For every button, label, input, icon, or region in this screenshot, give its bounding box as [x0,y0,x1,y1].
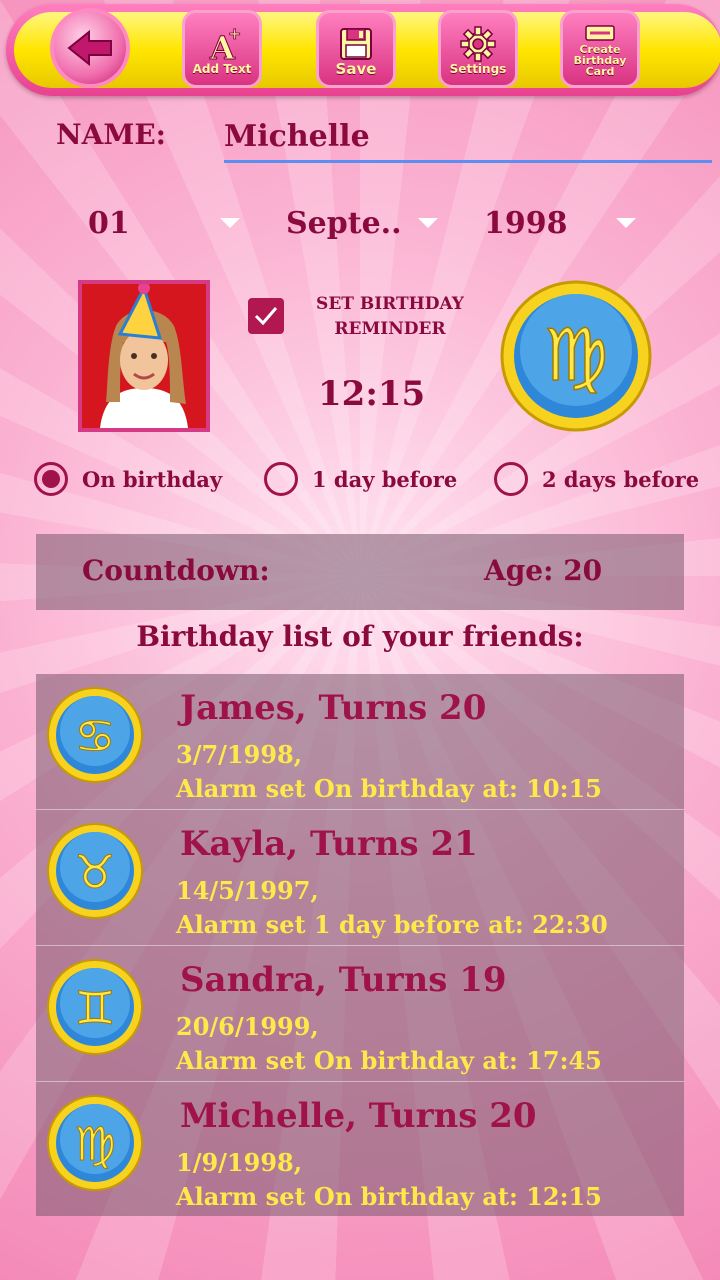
radio-ring [34,462,68,496]
add-text-button[interactable]: A + Add Text [182,10,262,88]
add-text-label: Add Text [192,61,252,76]
reminder-time[interactable]: 12:15 [318,374,425,414]
svg-text:♍: ♍ [544,313,609,397]
radio-on-birthday[interactable]: On birthday [34,462,222,496]
add-text-icon: A + [202,24,242,64]
radio-ring [264,462,298,496]
friend-date: 1/9/1998, [176,1148,303,1177]
settings-label: Settings [449,61,507,76]
friend-alarm: Alarm set On birthday at: 10:15 [176,774,602,803]
taurus-icon: ♉ [47,823,143,919]
chevron-down-icon [616,218,636,228]
svg-text:♉: ♉ [74,845,115,899]
create-birthday-card-button[interactable]: Create Birthday Card [560,10,640,88]
year-dropdown[interactable]: 1998 [484,198,642,248]
countdown-panel: Countdown: Age: 20 [36,534,684,610]
settings-button[interactable]: Settings [438,10,518,88]
create-birthday-card-label: Create Birthday Card [573,42,627,78]
age-label: Age: 20 [484,554,603,587]
countdown-label: Countdown: [82,554,270,587]
virgo-icon[interactable]: ♍ [500,280,652,432]
list-item[interactable]: ♋ James, Turns 20 3/7/1998, Alarm set On… [36,674,684,810]
radio-label: 1 day before [312,466,458,492]
day-dropdown[interactable]: 01 [88,198,248,248]
reminder-checkbox[interactable] [248,298,284,334]
friend-date: 14/5/1997, [176,876,319,905]
floppy-disk-icon [338,24,374,64]
friend-date: 20/6/1999, [176,1012,319,1041]
svg-text:+: + [228,25,241,43]
profile-photo[interactable] [78,280,210,432]
radio-ring [494,462,528,496]
virgo-icon: ♍ [47,1095,143,1191]
person-photo-image [82,284,206,428]
save-label: Save [335,59,377,78]
svg-text:♍: ♍ [74,1117,115,1171]
friend-date: 3/7/1998, [176,740,303,769]
friend-alarm: Alarm set On birthday at: 12:15 [176,1182,602,1211]
radio-2-days-before[interactable]: 2 days before [494,462,699,496]
gear-icon [459,24,497,64]
friend-name: Sandra, Turns 19 [180,960,507,1000]
save-button[interactable]: Save [316,10,396,88]
radio-label: 2 days before [542,466,700,492]
friend-alarm: Alarm set On birthday at: 17:45 [176,1046,602,1075]
cancer-icon: ♋ [47,687,143,783]
gemini-icon: ♊ [47,959,143,1055]
list-item[interactable]: ♍ Michelle, Turns 20 1/9/1998, Alarm set… [36,1082,684,1218]
chevron-down-icon [418,218,438,228]
checkmark-icon [254,307,278,326]
friend-alarm: Alarm set 1 day before at: 22:30 [176,910,608,939]
svg-text:♋: ♋ [74,709,115,763]
radio-label: On birthday [82,466,223,492]
reminder-label: SET BIRTHDAY REMINDER [316,294,464,339]
year-value: 1998 [484,205,568,241]
friend-name: James, Turns 20 [180,688,487,728]
month-value: Septe.. [286,205,402,241]
back-button[interactable] [50,8,130,88]
friend-name: Michelle, Turns 20 [180,1096,537,1136]
radio-dot [42,470,60,488]
month-dropdown[interactable]: Septe.. [286,198,442,248]
name-input[interactable] [224,112,712,163]
name-label: NAME: [56,118,166,151]
svg-text:♊: ♊ [74,981,115,1035]
pencil-card-icon [580,22,620,44]
arrow-left-icon [67,29,112,67]
friend-name: Kayla, Turns 21 [180,824,478,864]
chevron-down-icon [220,218,240,228]
friends-list: ♋ James, Turns 20 3/7/1998, Alarm set On… [36,674,684,1216]
day-value: 01 [88,205,130,241]
radio-1-day-before[interactable]: 1 day before [264,462,457,496]
list-item[interactable]: ♉ Kayla, Turns 21 14/5/1997, Alarm set 1… [36,810,684,946]
list-item[interactable]: ♊ Sandra, Turns 19 20/6/1999, Alarm set … [36,946,684,1082]
friends-list-title: Birthday list of your friends: [136,620,584,653]
